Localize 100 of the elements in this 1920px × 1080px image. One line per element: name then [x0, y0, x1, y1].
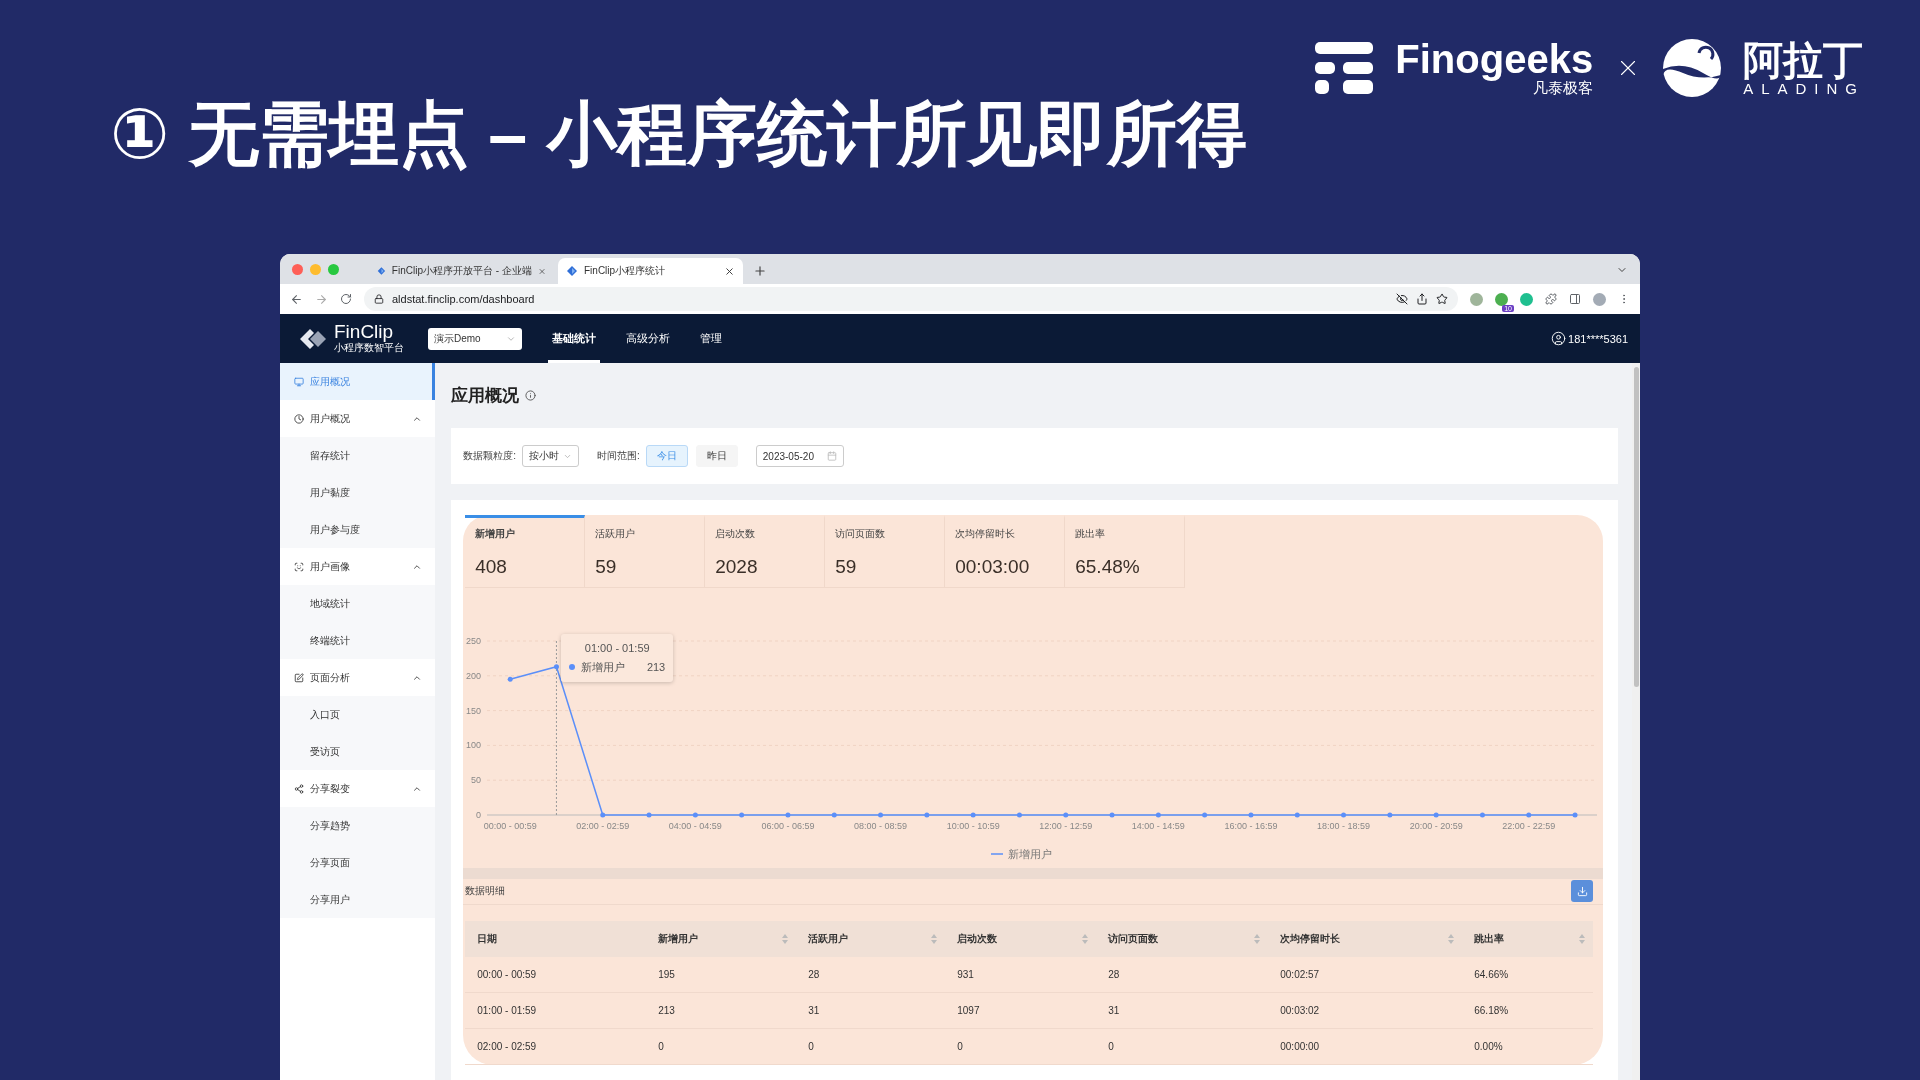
metric-label: 次均停留时长: [955, 527, 1017, 541]
data-point: [1341, 812, 1347, 818]
sidebar-item[interactable]: 应用概况: [280, 363, 436, 400]
column-header[interactable]: 新增用户: [646, 921, 797, 957]
table-cell: 28: [796, 957, 946, 993]
forward-icon[interactable]: [315, 292, 328, 306]
column-header[interactable]: 跳出率: [1462, 921, 1594, 957]
sidebar-item[interactable]: 分享用户: [280, 881, 436, 918]
table-cell: 31: [796, 993, 946, 1029]
axis-label: 12:00 - 12:59: [1039, 821, 1093, 831]
legend-label: 新增用户: [1008, 848, 1053, 860]
app-select[interactable]: 演示Demo: [428, 327, 522, 350]
data-point: [1295, 812, 1300, 818]
axis-label: 08:00 - 08:59: [854, 821, 908, 831]
table-cell: 195: [646, 957, 797, 993]
tooltip-title: 01:00 - 01:59: [583, 641, 651, 654]
metric-label: 访问页面数: [835, 527, 887, 541]
data-point: [1572, 812, 1578, 818]
avatar-icon[interactable]: [1593, 292, 1606, 306]
maximize-light[interactable]: [328, 263, 339, 275]
sort-icon[interactable]: [782, 934, 789, 944]
sidebar-item[interactable]: 用户参与度: [280, 511, 436, 548]
range-button[interactable]: 昨日: [695, 445, 738, 467]
axis-label: 50: [471, 775, 482, 786]
scrollbar-thumb[interactable]: [1633, 367, 1639, 687]
table-cell: 931: [945, 957, 1097, 993]
sort-icon[interactable]: [1254, 934, 1261, 944]
sidebar-icon: [294, 672, 304, 683]
address-field[interactable]: aldstat.finclip.com/dashboard: [364, 287, 1458, 311]
back-icon[interactable]: [290, 292, 303, 306]
axis-label: 02:00 - 02:59: [576, 821, 630, 831]
axis-label: 0: [476, 810, 482, 820]
data-point: [507, 676, 513, 682]
tooltip-series: 新增用户: [581, 659, 626, 675]
download-button[interactable]: [1571, 880, 1594, 903]
metric-tab[interactable]: 启动次数 2028: [705, 515, 826, 588]
metric-tab[interactable]: 跳出率 65.48%: [1065, 515, 1186, 588]
data-point: [1109, 812, 1115, 818]
sort-icon[interactable]: [931, 934, 938, 944]
tooltip-value: 213: [646, 661, 666, 673]
lock-icon: [374, 294, 384, 304]
extension-icon[interactable]: [1495, 292, 1508, 306]
filter-label: 时间范围:: [597, 449, 640, 463]
sidebar-item[interactable]: 受访页: [280, 733, 436, 770]
axis-label: 04:00 - 04:59: [669, 821, 723, 831]
user-name[interactable]: 181****5361: [1568, 332, 1628, 345]
browser-tab[interactable]: FinClip小程序统计: [558, 258, 743, 284]
sort-icon[interactable]: [1448, 934, 1455, 944]
brand-name: 阿拉丁: [1743, 39, 1865, 80]
reload-icon[interactable]: [340, 293, 352, 305]
data-point: [739, 812, 745, 818]
table-cell: 01:00 - 01:59: [465, 993, 647, 1029]
url-text: aldstat.finclip.com/dashboard: [392, 293, 535, 305]
column-header[interactable]: 日期: [465, 921, 647, 957]
metric-value: 408: [475, 556, 508, 578]
column-header[interactable]: 启动次数: [945, 921, 1097, 957]
side-panel-icon[interactable]: [1569, 293, 1581, 305]
sidebar-item[interactable]: 入口页: [280, 696, 436, 733]
data-point: [1017, 812, 1023, 818]
sidebar-item[interactable]: 留存统计: [280, 437, 436, 474]
data-point: [832, 812, 837, 818]
metric-tab[interactable]: 新增用户 408: [465, 515, 586, 588]
close-light[interactable]: [292, 263, 303, 275]
column-header[interactable]: 次均停留时长: [1268, 921, 1463, 957]
axis-label: 06:00 - 06:59: [761, 821, 815, 831]
nav-tab[interactable]: 高级分析: [622, 314, 674, 363]
metric-label: 新增用户: [475, 527, 517, 541]
data-point: [1063, 812, 1069, 818]
slide-title: ① 无需埋点 – 小程序统计所见即所得: [110, 98, 1248, 170]
puzzle-icon[interactable]: [1545, 293, 1557, 305]
star-icon[interactable]: [1436, 293, 1448, 305]
browser-tab[interactable]: FinClip小程序开放平台 - 企业端: [369, 258, 554, 284]
sidebar-item[interactable]: 地域统计: [280, 585, 436, 622]
axis-label: 200: [466, 670, 482, 681]
metric-tab[interactable]: 活跃用户 59: [585, 515, 706, 588]
share-icon[interactable]: [1416, 293, 1428, 305]
legend-item[interactable]: 新增用户: [990, 848, 1053, 860]
user-icon[interactable]: [1551, 331, 1567, 346]
sidebar-item[interactable]: 用户黏度: [280, 474, 436, 511]
date-field[interactable]: 2023-05-20: [755, 445, 844, 467]
sort-icon[interactable]: [1579, 934, 1586, 944]
sidebar-item[interactable]: 分享页面: [280, 844, 436, 881]
granularity-select[interactable]: 按小时: [522, 445, 579, 467]
eye-off-icon[interactable]: [1396, 293, 1408, 305]
new-tab-icon[interactable]: [753, 264, 767, 278]
metric-tab[interactable]: 次均停留时长 00:03:00: [945, 515, 1066, 588]
data-point: [1248, 812, 1254, 818]
column-header[interactable]: 访问页面数: [1096, 921, 1269, 957]
sidebar-item[interactable]: 终端统计: [280, 622, 436, 659]
column-header[interactable]: 活跃用户: [796, 921, 946, 957]
sort-icon[interactable]: [1082, 934, 1089, 944]
axis-label: 20:00 - 20:59: [1409, 821, 1463, 831]
metric-tab[interactable]: 访问页面数 59: [825, 515, 946, 588]
table-cell: 00:00:00: [1268, 1029, 1463, 1065]
info-icon[interactable]: [525, 390, 537, 401]
data-point: [970, 812, 976, 818]
sidebar-item[interactable]: 分享趋势: [280, 807, 436, 844]
metric-value: 2028: [715, 556, 759, 578]
table-cell: 213: [646, 993, 797, 1029]
nav-tab[interactable]: 管理: [696, 314, 726, 363]
